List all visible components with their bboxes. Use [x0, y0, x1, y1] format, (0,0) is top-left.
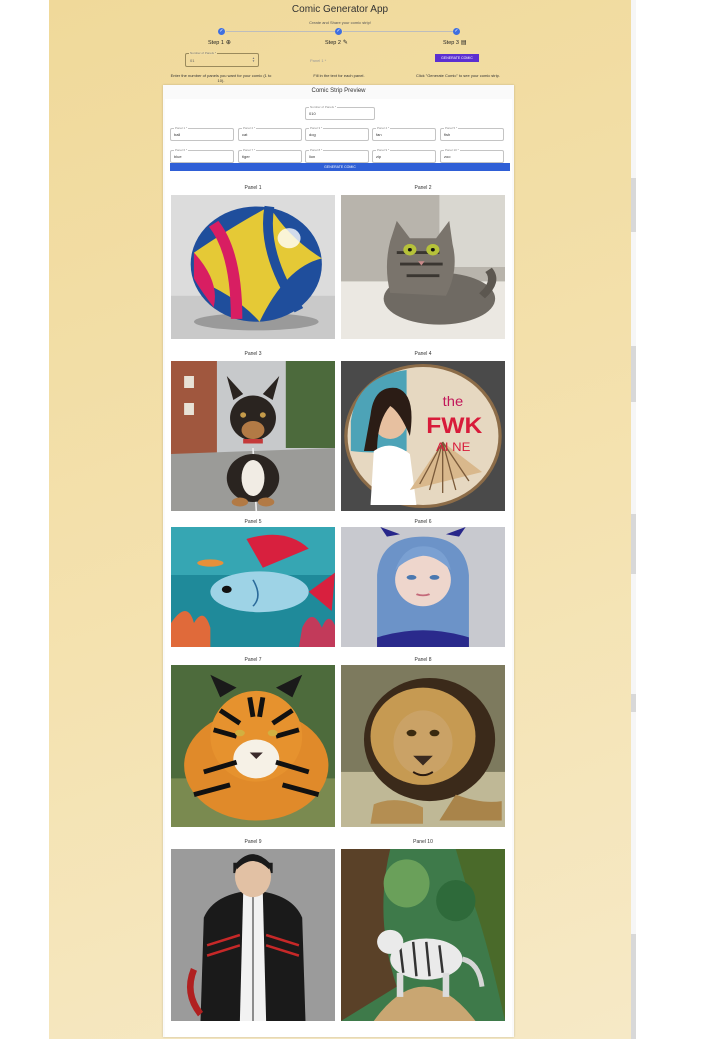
panel-7-image [171, 665, 335, 827]
number-of-panels-input[interactable]: Number of Panels * 01 ▲ ▼ [185, 51, 259, 67]
panel-6-image [341, 527, 505, 647]
page-scrollbar[interactable] [631, 0, 636, 1039]
step-1-help: Enter the number of panels you want for … [170, 73, 272, 83]
panel-5-input[interactable]: Panel 5 * fish [440, 126, 504, 141]
number-of-panels-label: Number of Panels * [189, 51, 218, 55]
step-3-help: Click "Generate Comic" to see your comic… [416, 73, 500, 78]
panel-3-input[interactable]: Panel 3 * dog [305, 126, 369, 141]
panel-4-input[interactable]: Panel 4 * fan [372, 126, 436, 141]
field-value: fan [376, 132, 382, 137]
field-label: Panel 1 * [174, 126, 189, 130]
field-label: Number of Panels * [309, 105, 338, 109]
panel-2-image [341, 195, 505, 339]
step-connector [226, 31, 339, 32]
number-of-panels-value: 01 [190, 58, 195, 63]
add-circle-icon: ⊕ [225, 40, 231, 46]
field-label: Panel 5 * [444, 126, 459, 130]
panel-9-label: Panel 9 [244, 839, 262, 845]
panel-8-label: Panel 8 [414, 657, 432, 663]
panel-1-label: Panel 1 [244, 185, 262, 191]
panel-3-image [171, 361, 335, 511]
step-1-check-icon[interactable]: ✓ [218, 28, 225, 35]
field-label: Panel 10 * [444, 148, 460, 152]
field-value: tiger [242, 154, 250, 159]
svg-text:FWK: FWK [426, 413, 482, 438]
field-label: Panel 8 * [309, 148, 324, 152]
field-label: Panel 4 * [376, 126, 391, 130]
app-subtitle: Create and Share your comic strip! [309, 20, 371, 25]
panel-8-image [341, 665, 505, 827]
field-value: lion [309, 154, 316, 159]
field-value: fish [444, 132, 451, 137]
field-value: cat [242, 132, 248, 137]
panel-2-input[interactable]: Panel 2 * cat [238, 126, 302, 141]
panel-1-input[interactable]: Panel 1 * ball [170, 126, 234, 141]
comment-icon: ▤ [460, 40, 467, 46]
field-value: zip [376, 154, 382, 159]
field-value: zoo [444, 154, 451, 159]
step-3-text: Step 3 [443, 40, 459, 46]
svg-text:AI NE: AI NE [436, 441, 470, 454]
step-3-check-icon[interactable]: ✓ [453, 28, 460, 35]
preview-body: Number of Panels * 010 Panel 1 * ball Pane… [165, 99, 512, 1037]
panel-1-placeholder[interactable]: Panel 1 * [310, 58, 326, 63]
panel-2-label: Panel 2 [414, 185, 432, 191]
field-value: dog [309, 132, 316, 137]
generate-comic-button[interactable]: GENERATE COMIC [170, 163, 510, 171]
panel-10-image [341, 849, 505, 1021]
field-label: Panel 6 * [174, 148, 189, 152]
panel-5-image [171, 527, 335, 647]
app-root: Comic Generator App Create and Share you… [49, 0, 631, 1039]
panel-10-label: Panel 10 [413, 839, 433, 845]
step-connector [343, 31, 457, 32]
pencil-icon: ✎ [342, 40, 348, 46]
step-2-label[interactable]: Step 2 ✎ [325, 39, 348, 46]
step-3-label[interactable]: Step 3 ▤ [443, 39, 467, 46]
generate-comic-button-step[interactable]: GENERATE COMIC [435, 54, 479, 62]
field-value: blue [174, 154, 182, 159]
step-2-help: Fill in the text for each panel. [313, 73, 365, 78]
svg-text:the: the [443, 394, 464, 409]
step-1-label[interactable]: Step 1 ⊕ [208, 39, 231, 46]
step-2-text: Step 2 [325, 40, 341, 46]
panel-10-input[interactable]: Panel 10 * zoo [440, 148, 504, 163]
field-label: Panel 9 * [376, 148, 391, 152]
field-value: 010 [309, 111, 316, 116]
field-label: Panel 2 * [242, 126, 257, 130]
panel-7-input[interactable]: Panel 7 * tiger [238, 148, 302, 163]
panel-8-input[interactable]: Panel 8 * lion [305, 148, 369, 163]
panel-6-label: Panel 6 [414, 519, 432, 525]
comic-preview-card: Comic Strip Preview Number of Panels * 0… [163, 85, 514, 1037]
panel-4-image: the FWK AI NE [341, 361, 505, 511]
app-title: Comic Generator App [291, 4, 389, 15]
panel-7-label: Panel 7 [244, 657, 262, 663]
panel-1-image [171, 195, 335, 339]
preview-title: Comic Strip Preview [311, 88, 366, 94]
stepper-arrows-icon[interactable]: ▲ ▼ [252, 57, 255, 63]
panel-6-input[interactable]: Panel 6 * blue [170, 148, 234, 163]
step-2-check-icon[interactable]: ✓ [335, 28, 342, 35]
field-label: Panel 3 * [309, 126, 324, 130]
field-value: ball [174, 132, 181, 137]
panel-5-label: Panel 5 [244, 519, 262, 525]
preview-number-of-panels-input[interactable]: Number of Panels * 010 [305, 105, 375, 120]
step-1-text: Step 1 [208, 40, 224, 46]
panel-4-label: Panel 4 [414, 351, 432, 357]
panel-9-image [171, 849, 335, 1021]
panel-3-label: Panel 3 [244, 351, 262, 357]
field-label: Panel 7 * [242, 148, 257, 152]
panel-9-input[interactable]: Panel 9 * zip [372, 148, 436, 163]
